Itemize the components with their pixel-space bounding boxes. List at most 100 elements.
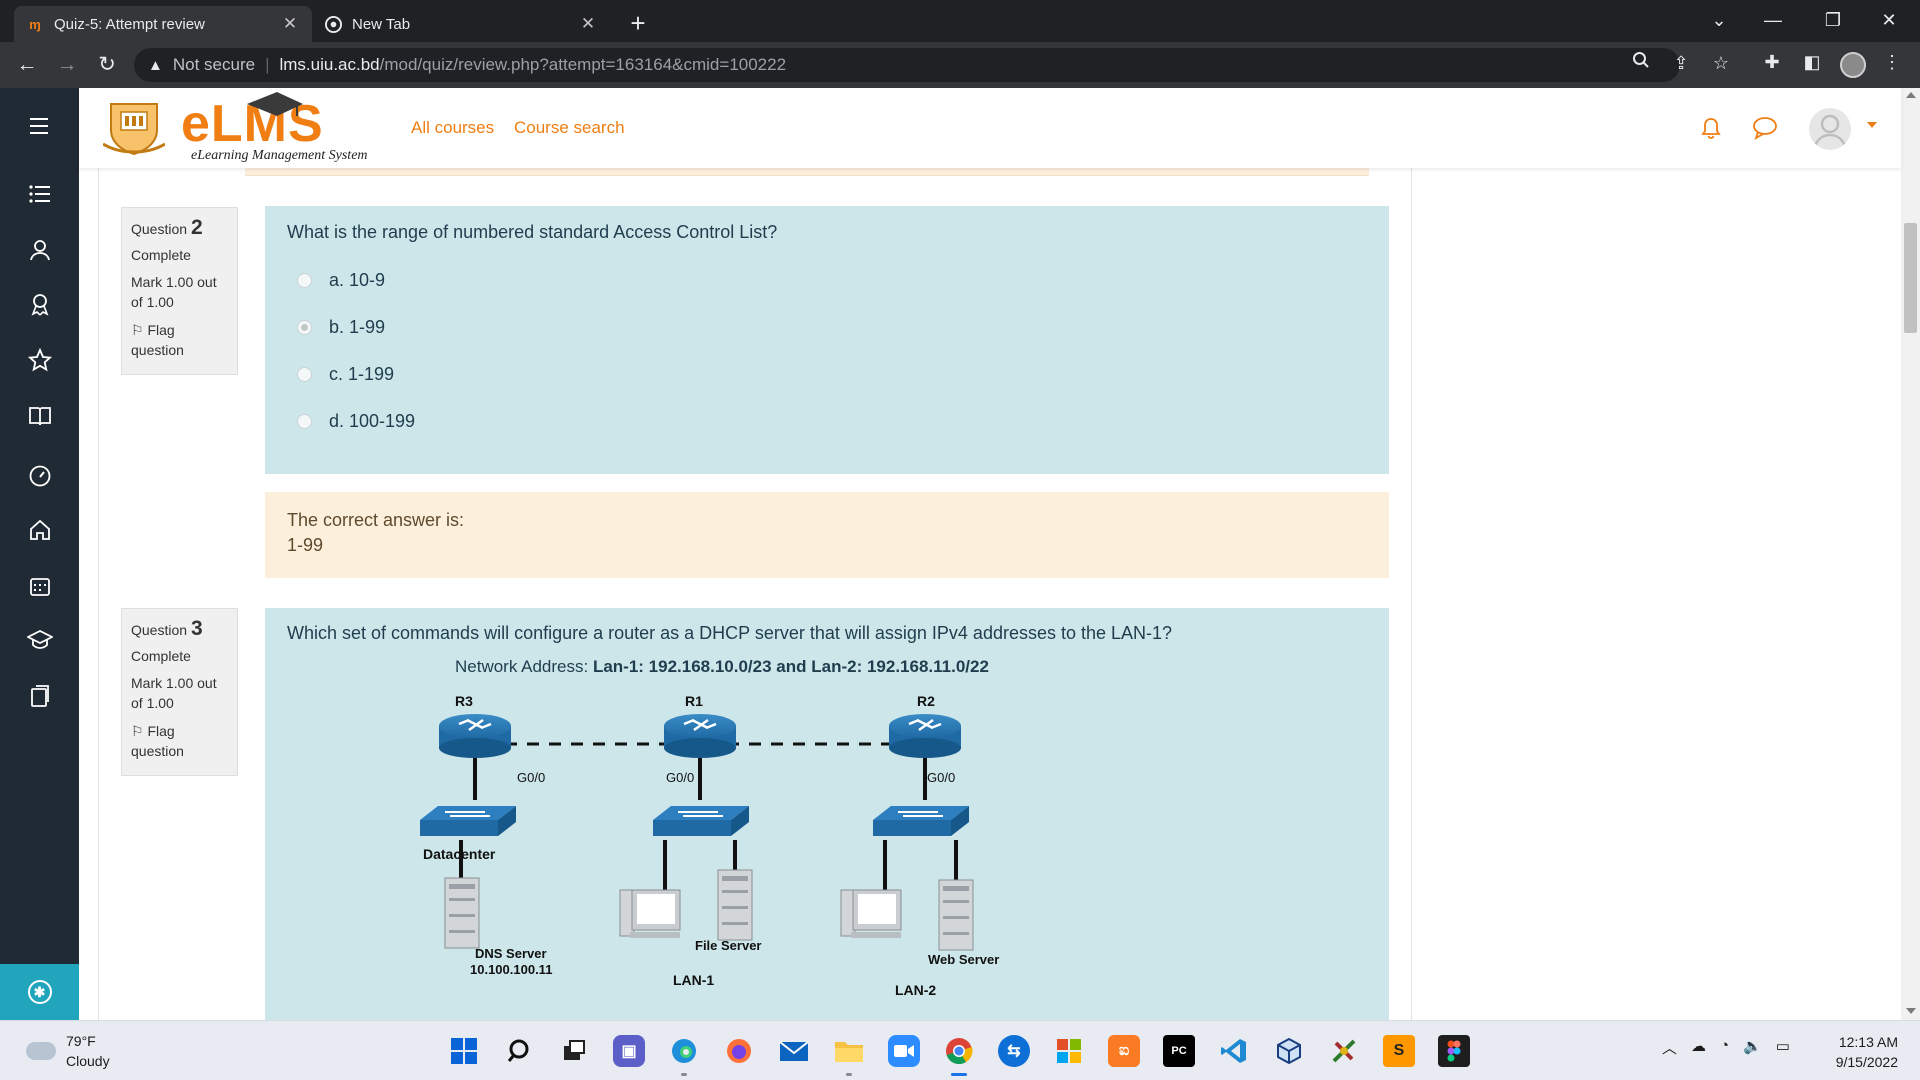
firefox-icon[interactable]: [723, 1035, 755, 1067]
flag-question-link[interactable]: ⚐ Flag question: [131, 721, 228, 761]
radio-button[interactable]: [297, 367, 312, 382]
browser-profile-avatar[interactable]: [1840, 52, 1866, 78]
network-topology-diagram: R3 R1 R2 G0/0 G0/0 G0/0 Datacenter DNS S…: [265, 608, 1389, 1020]
onedrive-cloud-icon[interactable]: ☁: [1691, 1037, 1706, 1058]
volume-icon[interactable]: 🔈: [1743, 1037, 1762, 1058]
datacenter-label: Datacenter: [423, 846, 496, 862]
flag-icon: ⚐: [131, 322, 148, 338]
pc-lan1-icon: [619, 889, 681, 938]
answer-option-d[interactable]: d. 100-199: [297, 411, 415, 432]
my-courses-cap-icon[interactable]: [26, 626, 54, 654]
edge-icon[interactable]: [668, 1035, 700, 1076]
reload-button[interactable]: ↻: [92, 50, 122, 80]
web-server-icon: [938, 879, 974, 951]
question-3-info: Question 3 Complete Mark 1.00 out of 1.0…: [121, 608, 238, 776]
user-menu-caret-icon[interactable]: [1867, 122, 1877, 128]
close-window-button[interactable]: ✕: [1866, 0, 1912, 40]
weather-widget[interactable]: 79°F Cloudy: [26, 1031, 110, 1071]
private-files-icon[interactable]: [26, 682, 54, 710]
search-icon[interactable]: [503, 1035, 535, 1067]
nav-all-courses[interactable]: All courses: [411, 118, 494, 138]
side-panel-icon[interactable]: ◧: [1800, 50, 1824, 74]
messages-chat-icon[interactable]: [1751, 114, 1779, 142]
router-r3-icon: [439, 714, 511, 758]
calendar-icon[interactable]: [26, 572, 54, 600]
pc-lan2-icon: [840, 889, 902, 938]
dashboard-gauge-icon[interactable]: [26, 462, 54, 490]
nav-course-search[interactable]: Course search: [514, 118, 625, 138]
sublime-text-icon[interactable]: S: [1383, 1035, 1415, 1067]
elms-logo[interactable]: eLMS eLearning Management System: [103, 92, 403, 164]
accessibility-button[interactable]: ✱: [0, 964, 79, 1020]
close-tab-icon[interactable]: ✕: [578, 14, 598, 34]
vscode-icon[interactable]: [1218, 1035, 1250, 1067]
question-number-value: 3: [190, 617, 203, 640]
address-bar[interactable]: ▲ Not secure | lms.uiu.ac.bd/mod/quiz/re…: [134, 48, 1680, 82]
radio-button-selected[interactable]: [297, 320, 312, 335]
chrome-menu-icon[interactable]: ⋮: [1880, 50, 1904, 74]
answer-option-c[interactable]: c. 1-199: [297, 364, 394, 385]
hamburger-menu-icon[interactable]: [26, 112, 54, 140]
question-label: Question: [131, 221, 188, 237]
zoom-icon[interactable]: [1628, 50, 1654, 76]
packet-tracer-icon[interactable]: [1328, 1035, 1360, 1067]
chrome-icon[interactable]: [943, 1035, 975, 1076]
page-scrollbar[interactable]: [1901, 88, 1920, 1020]
scrollbar-thumb[interactable]: [1904, 223, 1917, 333]
scroll-up-arrow-icon[interactable]: [1906, 92, 1916, 98]
flag-question-link[interactable]: ⚐ Flag question: [131, 320, 228, 360]
task-view-icon[interactable]: [558, 1035, 590, 1067]
question-label: Question: [131, 622, 188, 638]
restore-button[interactable]: ❐: [1810, 0, 1856, 40]
file-explorer-icon[interactable]: [833, 1035, 865, 1076]
tab-quiz-review[interactable]: ɱ Quiz-5: Attempt review ✕: [14, 6, 312, 42]
teams-chat-icon[interactable]: ▣: [613, 1035, 645, 1067]
radio-button[interactable]: [297, 414, 312, 429]
warning-icon[interactable]: ▲: [148, 57, 163, 74]
user-avatar[interactable]: [1809, 108, 1851, 150]
back-button[interactable]: ←: [12, 50, 42, 80]
taskbar-clock[interactable]: 12:13 AM 9/15/2022: [1818, 1032, 1898, 1072]
pycharm-icon[interactable]: PC: [1163, 1035, 1195, 1067]
lan1-label: LAN-1: [673, 972, 715, 988]
zoom-app-icon[interactable]: [888, 1035, 920, 1067]
battery-icon[interactable]: ▭: [1776, 1037, 1790, 1058]
question-3-content: Which set of commands will configure a r…: [265, 608, 1389, 1020]
switch-lan2-icon: [873, 806, 969, 836]
answer-label: b. 1-99: [329, 317, 386, 337]
security-status: Not secure: [172, 55, 256, 74]
wifi-icon[interactable]: ◔: [1720, 1037, 1729, 1058]
teamviewer-icon[interactable]: ⇆: [998, 1035, 1030, 1067]
tab-search-icon[interactable]: ⌄: [1696, 0, 1742, 40]
forward-button[interactable]: →: [52, 50, 82, 80]
windows-start-icon[interactable]: [448, 1035, 480, 1067]
badges-icon[interactable]: [26, 290, 54, 318]
bookmark-star-icon[interactable]: ☆: [1708, 50, 1734, 76]
university-crest-icon: [103, 103, 165, 156]
mail-icon[interactable]: [778, 1035, 810, 1067]
new-tab-button[interactable]: +: [624, 9, 652, 37]
tab-new-tab[interactable]: New Tab ✕: [312, 6, 610, 42]
office-apps-icon[interactable]: [1053, 1035, 1085, 1067]
notifications-bell-icon[interactable]: [1697, 114, 1725, 142]
show-hidden-icons-chevron-icon[interactable]: ︿: [1662, 1037, 1677, 1058]
scroll-down-arrow-icon[interactable]: [1906, 1008, 1916, 1014]
competencies-star-icon[interactable]: [26, 346, 54, 374]
share-icon[interactable]: ⇪: [1668, 50, 1694, 76]
xampp-icon[interactable]: ಐ: [1108, 1035, 1140, 1067]
list-icon[interactable]: [26, 180, 54, 208]
r1-interface-label: G0/0: [666, 770, 695, 785]
answer-option-a[interactable]: a. 10-9: [297, 270, 385, 291]
answer-option-b[interactable]: b. 1-99: [297, 317, 385, 338]
site-home-icon[interactable]: [26, 516, 54, 544]
figma-icon[interactable]: [1438, 1035, 1470, 1067]
close-tab-icon[interactable]: ✕: [280, 14, 300, 34]
minimize-button[interactable]: —: [1750, 0, 1796, 40]
virtualbox-icon[interactable]: [1273, 1035, 1305, 1067]
question-2-info: Question 2 Complete Mark 1.00 out of 1.0…: [121, 207, 238, 375]
grades-book-icon[interactable]: [26, 402, 54, 430]
participants-icon[interactable]: [26, 236, 54, 264]
radio-button[interactable]: [297, 273, 312, 288]
answer-label: c. 1-199: [329, 364, 395, 384]
extensions-icon[interactable]: ✚: [1760, 50, 1784, 74]
